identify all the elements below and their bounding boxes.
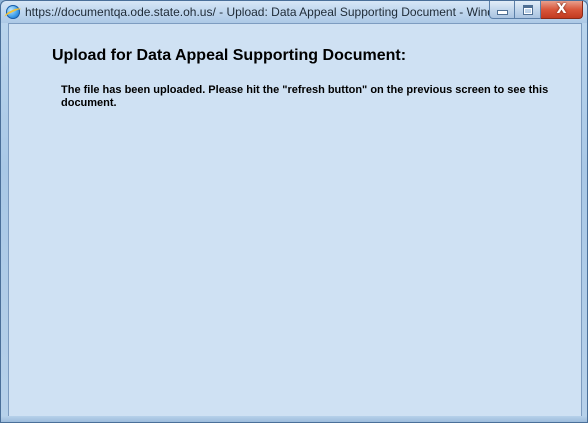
minimize-icon: [496, 10, 508, 15]
window-controls: X: [489, 1, 583, 19]
upload-confirmation-message: The file has been uploaded. Please hit t…: [61, 84, 549, 109]
internet-explorer-icon: [6, 5, 20, 19]
minimize-button[interactable]: [489, 1, 515, 19]
page-content: Upload for Data Appeal Supporting Docume…: [8, 23, 582, 417]
maximize-icon: [522, 4, 533, 15]
title-bar[interactable]: https://documentqa.ode.state.oh.us/ - Up…: [1, 1, 587, 23]
browser-popup-window: https://documentqa.ode.state.oh.us/ - Up…: [0, 0, 588, 423]
close-button[interactable]: X: [541, 1, 583, 19]
page-title: Upload for Data Appeal Supporting Docume…: [52, 47, 407, 64]
close-icon: X: [556, 2, 567, 17]
window-title: https://documentqa.ode.state.oh.us/ - Up…: [25, 5, 504, 19]
maximize-button[interactable]: [515, 1, 541, 19]
window-bottom-border: [1, 416, 587, 422]
